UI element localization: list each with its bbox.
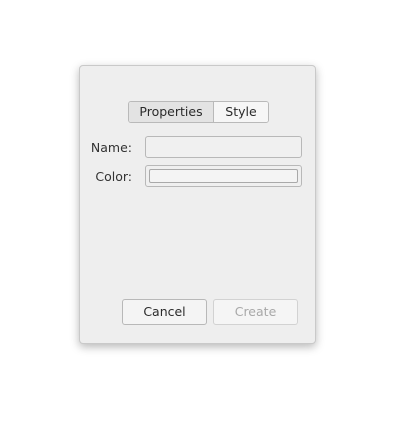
tab-style[interactable]: Style (214, 102, 268, 122)
name-input[interactable] (145, 136, 302, 158)
color-swatch (149, 169, 298, 183)
new-item-dialog: Properties Style Name: Color: Cancel Cre… (79, 65, 316, 344)
tab-properties[interactable]: Properties (129, 102, 214, 122)
color-label: Color: (95, 169, 132, 184)
cancel-button[interactable]: Cancel (122, 299, 207, 325)
tab-bar: Properties Style (128, 101, 269, 123)
color-picker-button[interactable] (145, 165, 302, 187)
create-button[interactable]: Create (213, 299, 298, 325)
name-label: Name: (90, 140, 132, 155)
